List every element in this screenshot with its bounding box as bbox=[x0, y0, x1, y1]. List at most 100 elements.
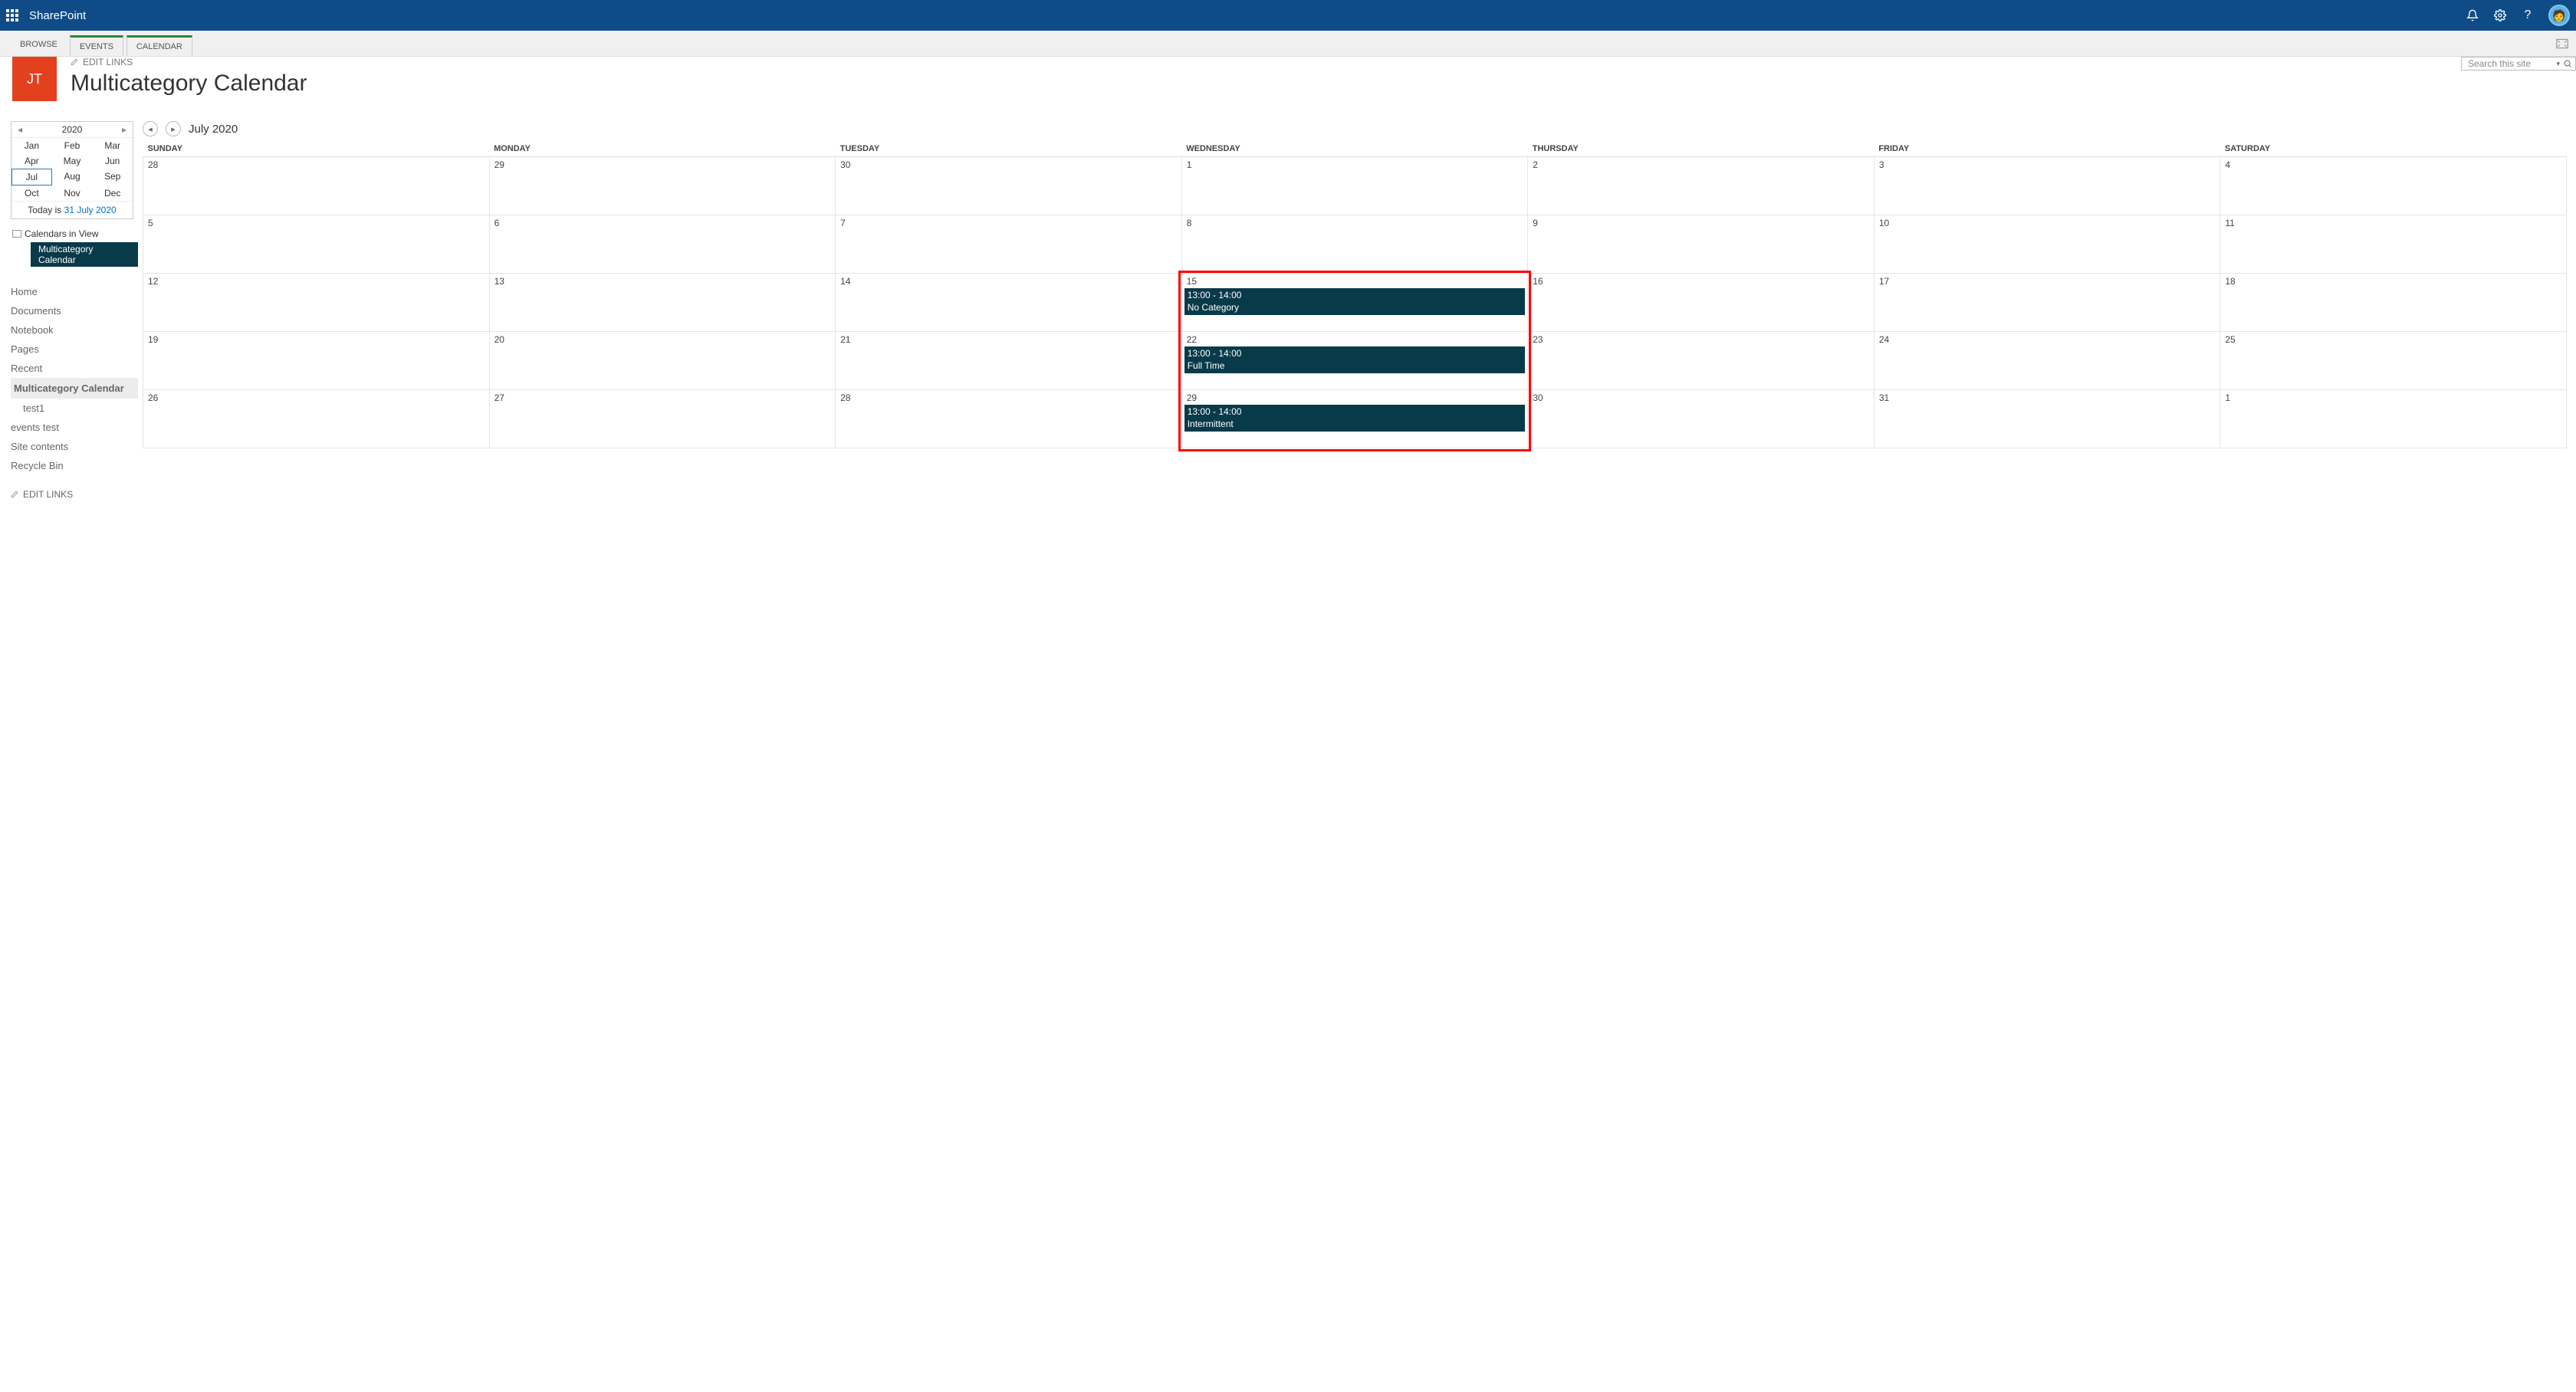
calendar-cell[interactable]: 2 bbox=[1528, 157, 1875, 215]
calendar-cell[interactable]: 18 bbox=[2220, 274, 2567, 332]
calendar-overlay-item[interactable]: Multicategory Calendar bbox=[31, 242, 138, 267]
calendar-event[interactable]: 13:00 - 14:00No Category bbox=[1184, 288, 1526, 315]
calendar-cell[interactable]: 7 bbox=[836, 215, 1182, 274]
day-number: 28 bbox=[836, 390, 1181, 403]
nav-notebook[interactable]: Notebook bbox=[11, 320, 138, 340]
calendar-cell[interactable]: 17 bbox=[1874, 274, 2220, 332]
search-box[interactable]: Search this site ▾ bbox=[2461, 57, 2576, 71]
calendar-cell[interactable]: 20 bbox=[489, 332, 836, 390]
pencil-icon bbox=[71, 58, 78, 66]
calendars-in-view[interactable]: Calendars in View bbox=[11, 225, 138, 242]
edit-links-bottom[interactable]: EDIT LINKS bbox=[11, 489, 138, 500]
avatar[interactable]: 🧑 bbox=[2548, 5, 2570, 26]
focus-icon[interactable] bbox=[2556, 38, 2576, 56]
nav-recent-multicategory[interactable]: Multicategory Calendar bbox=[11, 378, 138, 399]
nav-pages[interactable]: Pages bbox=[11, 340, 138, 359]
calendar-cell[interactable]: 6 bbox=[489, 215, 836, 274]
event-time: 13:00 - 14:00 bbox=[1188, 348, 1523, 360]
nav-site-contents[interactable]: Site contents bbox=[11, 437, 138, 456]
mini-month[interactable]: Sep bbox=[92, 169, 133, 185]
search-icon[interactable] bbox=[2563, 59, 2572, 68]
nav-recent[interactable]: Recent bbox=[11, 359, 138, 378]
calendar-cell[interactable]: 12 bbox=[143, 274, 490, 332]
calendar-cell[interactable]: 24 bbox=[1874, 332, 2220, 390]
nav-documents[interactable]: Documents bbox=[11, 301, 138, 320]
mini-calendar: ◂ 2020 ▸ Jan Feb Mar Apr May Jun Jul Aug… bbox=[11, 121, 133, 219]
calendar-cell[interactable]: 28 bbox=[836, 390, 1182, 448]
calendar-cell[interactable]: 1513:00 - 14:00No Category bbox=[1181, 274, 1528, 332]
event-time: 13:00 - 14:00 bbox=[1188, 406, 1523, 419]
calendar-cell[interactable]: 2213:00 - 14:00Full Time bbox=[1181, 332, 1528, 390]
calendar-cell[interactable]: 3 bbox=[1874, 157, 2220, 215]
calendar-cell[interactable]: 4 bbox=[2220, 157, 2567, 215]
calendar-cell[interactable]: 26 bbox=[143, 390, 490, 448]
day-number: 24 bbox=[1875, 332, 2220, 345]
day-number: 30 bbox=[836, 157, 1181, 170]
mini-month-selected[interactable]: Jul bbox=[12, 169, 52, 185]
mini-month[interactable]: Aug bbox=[52, 169, 93, 185]
gear-icon[interactable] bbox=[2493, 8, 2507, 22]
calendar-icon bbox=[12, 230, 21, 238]
brand-label[interactable]: SharePoint bbox=[29, 9, 86, 22]
ribbon: BROWSE EVENTS CALENDAR bbox=[0, 31, 2576, 57]
help-icon[interactable]: ? bbox=[2521, 8, 2535, 22]
mini-month[interactable]: Oct bbox=[12, 185, 52, 201]
left-column: ◂ 2020 ▸ Jan Feb Mar Apr May Jun Jul Aug… bbox=[0, 109, 138, 500]
site-logo[interactable]: JT bbox=[12, 57, 57, 101]
app-launcher-icon[interactable] bbox=[6, 9, 18, 21]
calendar-cell[interactable]: 28 bbox=[143, 157, 490, 215]
calendar-cell[interactable]: 1 bbox=[2220, 390, 2567, 448]
suite-bar: SharePoint ? 🧑 bbox=[0, 0, 2576, 31]
calendar-cell[interactable]: 30 bbox=[1528, 390, 1875, 448]
dropdown-icon[interactable]: ▾ bbox=[2556, 60, 2560, 68]
today-date-link[interactable]: 31 July 2020 bbox=[64, 205, 117, 215]
calendar-cell[interactable]: 10 bbox=[1874, 215, 2220, 274]
calendar-cell[interactable]: 14 bbox=[836, 274, 1182, 332]
calendar-cell[interactable]: 29 bbox=[489, 157, 836, 215]
calendar-event[interactable]: 13:00 - 14:00Full Time bbox=[1184, 346, 1526, 373]
calendar-cell[interactable]: 25 bbox=[2220, 332, 2567, 390]
mini-month[interactable]: Jun bbox=[92, 153, 133, 169]
mini-cal-year: 2020 bbox=[62, 124, 83, 135]
tab-events[interactable]: EVENTS bbox=[70, 35, 123, 56]
nav-home[interactable]: Home bbox=[11, 282, 138, 301]
bell-icon[interactable] bbox=[2466, 8, 2479, 22]
mini-month[interactable]: Feb bbox=[52, 138, 93, 153]
tab-browse[interactable]: BROWSE bbox=[11, 35, 67, 56]
calendar-cell[interactable]: 1 bbox=[1181, 157, 1528, 215]
mini-month[interactable]: Apr bbox=[12, 153, 52, 169]
mini-month[interactable]: Nov bbox=[52, 185, 93, 201]
day-number: 14 bbox=[836, 274, 1181, 287]
calendar-cell[interactable]: 5 bbox=[143, 215, 490, 274]
edit-links-top[interactable]: EDIT LINKS bbox=[71, 57, 307, 67]
next-year-icon[interactable]: ▸ bbox=[119, 124, 130, 135]
calendar-wrap: SUNDAY MONDAY TUESDAY WEDNESDAY THURSDAY… bbox=[143, 141, 2567, 448]
calendar-cell[interactable]: 21 bbox=[836, 332, 1182, 390]
mini-month[interactable]: Dec bbox=[92, 185, 133, 201]
mini-month[interactable]: Jan bbox=[12, 138, 52, 153]
nav-recent-test1[interactable]: test1 bbox=[11, 399, 138, 418]
calendar-cell[interactable]: 19 bbox=[143, 332, 490, 390]
nav-recycle-bin[interactable]: Recycle Bin bbox=[11, 456, 138, 475]
next-month-button[interactable]: ▸ bbox=[166, 121, 181, 136]
calendar-event[interactable]: 13:00 - 14:00Intermittent bbox=[1184, 405, 1526, 432]
day-number: 1 bbox=[2220, 390, 2566, 403]
calendar-cell[interactable]: 9 bbox=[1528, 215, 1875, 274]
calendar-cell[interactable]: 27 bbox=[489, 390, 836, 448]
nav-events-test[interactable]: events test bbox=[11, 418, 138, 437]
mini-month[interactable]: Mar bbox=[92, 138, 133, 153]
day-number: 28 bbox=[143, 157, 489, 170]
tab-calendar[interactable]: CALENDAR bbox=[127, 35, 192, 56]
calendar-cell[interactable]: 23 bbox=[1528, 332, 1875, 390]
calendar-cell[interactable]: 11 bbox=[2220, 215, 2567, 274]
calendar-cell[interactable]: 2913:00 - 14:00Intermittent bbox=[1181, 390, 1528, 448]
calendar-cell[interactable]: 16 bbox=[1528, 274, 1875, 332]
calendar-cell[interactable]: 8 bbox=[1181, 215, 1528, 274]
calendar-cell[interactable]: 13 bbox=[489, 274, 836, 332]
suite-right: ? 🧑 bbox=[2466, 5, 2570, 26]
prev-year-icon[interactable]: ◂ bbox=[15, 124, 25, 135]
prev-month-button[interactable]: ◂ bbox=[143, 121, 158, 136]
calendar-cell[interactable]: 30 bbox=[836, 157, 1182, 215]
calendar-cell[interactable]: 31 bbox=[1874, 390, 2220, 448]
mini-month[interactable]: May bbox=[52, 153, 93, 169]
